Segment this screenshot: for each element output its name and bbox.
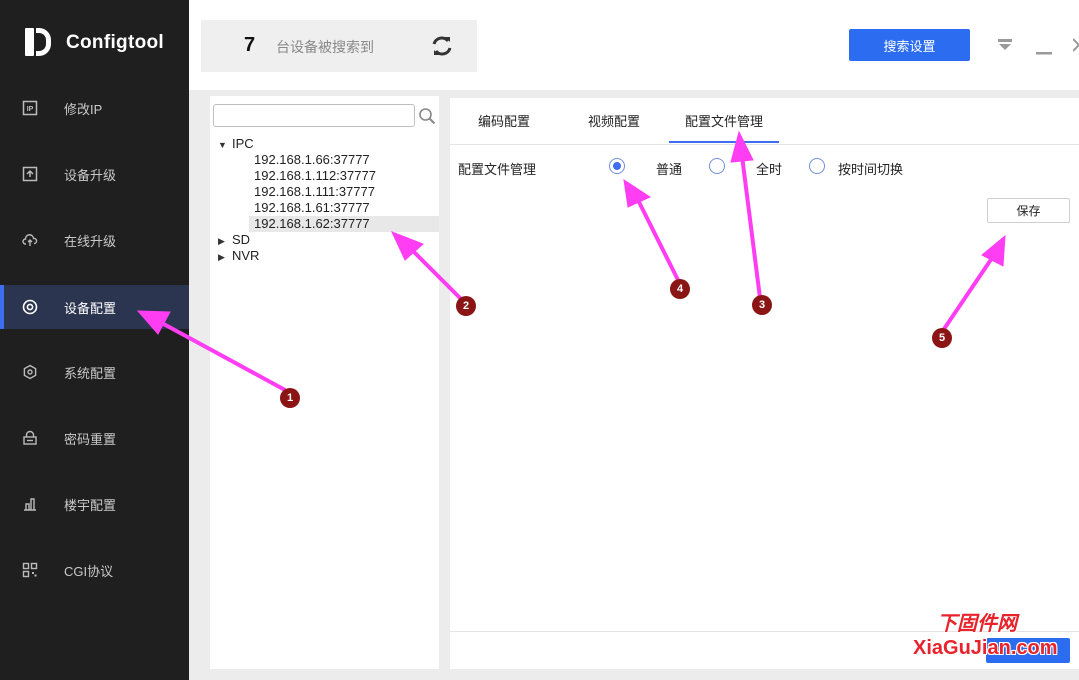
sidebar-item-modify-ip[interactable]: IP 修改IP <box>0 86 189 130</box>
top-bar: 7 台设备被搜索到 搜索设置 <box>189 0 1079 90</box>
tree-item-device[interactable]: 192.168.1.66:37777 <box>249 152 439 168</box>
tree-search-input[interactable] <box>213 104 415 127</box>
sidebar-item-online-upgrade[interactable]: 在线升级 <box>0 218 189 262</box>
building-icon <box>22 496 38 512</box>
watermark-en: XiaGuJian.com <box>913 637 1058 659</box>
lock-icon <box>22 430 38 446</box>
close-icon[interactable] <box>1072 38 1079 55</box>
cloud-upload-icon <box>22 232 38 248</box>
logo-icon <box>22 26 56 60</box>
radio-normal[interactable] <box>609 158 625 174</box>
tree-item-device-selected[interactable]: 192.168.1.62:37777 <box>249 216 439 232</box>
sidebar: Configtool IP 修改IP 设备升级 在线升级 设备配置 系统配置 密… <box>0 0 189 680</box>
tree-item-device[interactable]: 192.168.1.111:37777 <box>249 184 439 200</box>
radio-fulltime[interactable] <box>709 158 725 174</box>
tree-group-label: IPC <box>232 136 254 151</box>
watermark-cn: 下固件网 <box>937 613 1017 635</box>
device-count-text: 台设备被搜索到 <box>276 39 374 55</box>
device-count-box: 7 台设备被搜索到 <box>201 20 477 72</box>
sidebar-item-device-config[interactable]: 设备配置 <box>0 285 189 329</box>
radio-normal-label: 普通 <box>656 162 683 177</box>
hexagon-settings-icon <box>22 364 38 380</box>
tab-video-config[interactable]: 视频配置 <box>578 110 650 143</box>
device-tree-panel: ▼ IPC 192.168.1.66:37777 192.168.1.112:37… <box>210 96 439 669</box>
sidebar-item-cgi-protocol[interactable]: CGI协议 <box>0 548 189 592</box>
config-file-label: 配置文件管理 <box>458 162 537 177</box>
save-button[interactable]: 保存 <box>987 198 1070 223</box>
annotation-badge-1: 1 <box>280 388 300 408</box>
app-name: Configtool <box>66 32 164 53</box>
annotation-badge-5: 5 <box>932 328 952 348</box>
watermark: 下固件网 XiaGuJian.com <box>913 607 1073 667</box>
qr-grid-icon <box>22 562 38 578</box>
minimize-icon[interactable] <box>1036 44 1052 59</box>
sidebar-item-label: 在线升级 <box>64 233 117 249</box>
sidebar-item-label: 楼宇配置 <box>64 497 117 513</box>
sidebar-item-device-upgrade[interactable]: 设备升级 <box>0 152 189 196</box>
caret-right-icon[interactable]: ▶ <box>218 249 232 265</box>
sidebar-item-label: CGI协议 <box>64 563 114 579</box>
sidebar-item-label: 设备配置 <box>64 300 117 316</box>
annotation-badge-3: 3 <box>752 295 772 315</box>
upload-icon <box>22 166 38 182</box>
sidebar-item-building-config[interactable]: 楼宇配置 <box>0 482 189 526</box>
tree-group-label: NVR <box>232 248 260 263</box>
tab-config-file-management[interactable]: 配置文件管理 <box>669 110 779 143</box>
tree-group-label: SD <box>232 232 251 247</box>
sidebar-item-password-reset[interactable]: 密码重置 <box>0 416 189 460</box>
config-content-panel: 编码配置 视频配置 配置文件管理 配置文件管理 普通 全时 按时间切换 保存 <box>450 98 1079 669</box>
brand: Configtool <box>22 26 164 60</box>
tab-encode-config[interactable]: 编码配置 <box>468 110 540 143</box>
refresh-icon[interactable] <box>429 33 455 59</box>
sidebar-item-label: 修改IP <box>64 101 103 117</box>
device-count: 7 <box>244 34 256 56</box>
tab-divider <box>450 144 1079 145</box>
dropdown-icon[interactable] <box>997 38 1013 55</box>
sidebar-item-label: 设备升级 <box>64 167 117 183</box>
caret-right-icon[interactable]: ▶ <box>218 233 232 249</box>
tree-group-sd[interactable]: ▶ SD <box>218 232 250 248</box>
tree-item-device[interactable]: 192.168.1.112:37777 <box>249 168 439 184</box>
annotation-badge-4: 4 <box>670 279 690 299</box>
annotation-badge-2: 2 <box>456 296 476 316</box>
radio-time-switch[interactable] <box>809 158 825 174</box>
sidebar-item-label: 系统配置 <box>64 365 117 381</box>
search-icon[interactable] <box>418 107 436 125</box>
target-icon <box>22 299 38 315</box>
tree-item-device[interactable]: 192.168.1.61:37777 <box>249 200 439 216</box>
ip-icon: IP <box>22 100 38 116</box>
tree-group-ipc[interactable]: ▼ IPC <box>218 136 254 152</box>
sidebar-item-system-config[interactable]: 系统配置 <box>0 350 189 394</box>
svg-text:IP: IP <box>27 106 34 113</box>
radio-fulltime-label: 全时 <box>756 162 783 177</box>
search-settings-button[interactable]: 搜索设置 <box>849 29 970 61</box>
caret-down-icon[interactable]: ▼ <box>218 137 232 153</box>
tree-group-nvr[interactable]: ▶ NVR <box>218 248 259 264</box>
radio-time-switch-label: 按时间切换 <box>838 162 904 177</box>
sidebar-item-label: 密码重置 <box>64 431 117 447</box>
